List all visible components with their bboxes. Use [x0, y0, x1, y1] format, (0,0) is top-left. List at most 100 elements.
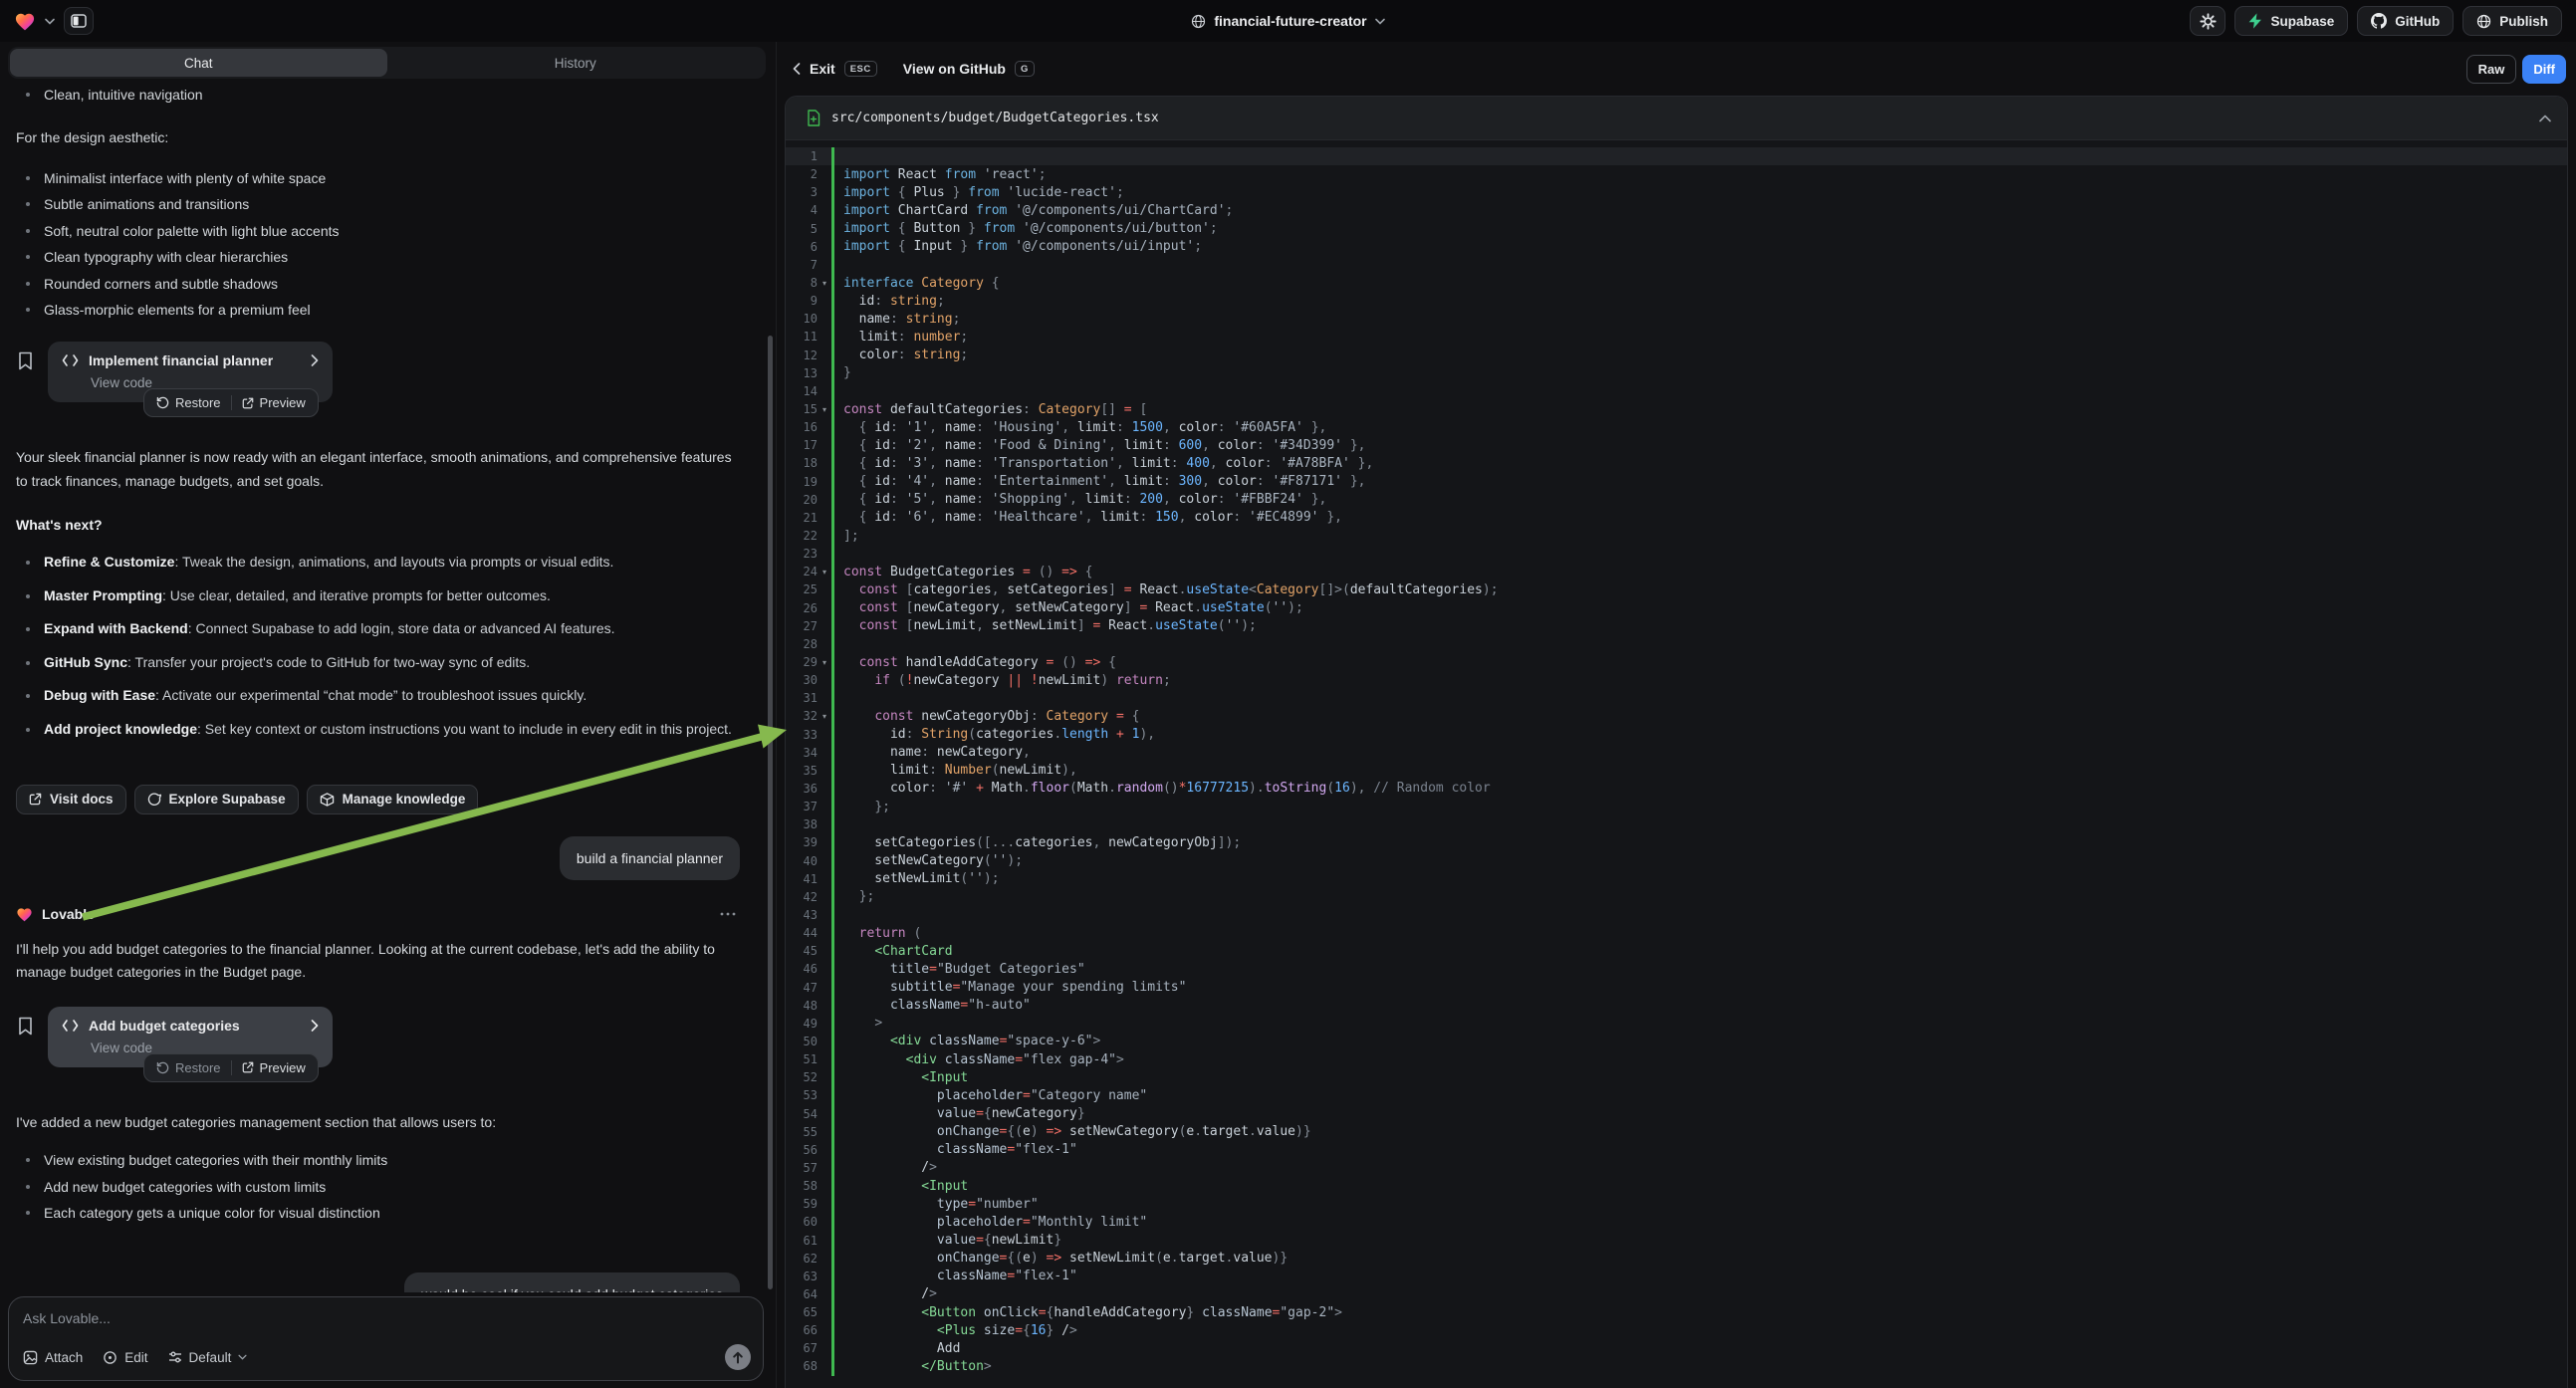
code-line: 61 value={newLimit}	[786, 1231, 2567, 1249]
exit-button[interactable]: Exit ESC	[793, 61, 877, 77]
publish-button[interactable]: Publish	[2462, 6, 2562, 36]
bullet-dot	[26, 255, 30, 259]
fold-chevron-icon[interactable]: ▾	[818, 712, 831, 721]
code-text: id: String(categories.length + 1),	[834, 727, 1155, 742]
implement-card-title: Implement financial planner	[89, 352, 273, 368]
bookmark-icon[interactable]	[18, 351, 33, 402]
bookmark-icon[interactable]	[18, 1017, 33, 1067]
tab-chat[interactable]: Chat	[10, 49, 387, 77]
line-number: 30	[786, 673, 831, 687]
code-line: 42 };	[786, 888, 2567, 906]
supabase-button[interactable]: Supabase	[2234, 6, 2348, 36]
whats-next-text: Expand with Backend: Connect Supabase to…	[44, 617, 615, 640]
sidebar-toggle-button[interactable]	[64, 7, 94, 35]
line-number: 66	[786, 1323, 831, 1337]
restore-button[interactable]: Restore	[146, 395, 231, 410]
code-text: { id: '5', name: 'Shopping', limit: 200,…	[834, 492, 1326, 507]
file-header[interactable]: src/components/budget/BudgetCategories.t…	[786, 97, 2567, 140]
settings-gear-button[interactable]	[2190, 6, 2225, 36]
code-text: }	[834, 365, 851, 380]
line-number: 5	[786, 222, 831, 236]
code-text: name: string;	[834, 312, 960, 327]
budget-card-header[interactable]: Add budget categories	[62, 1018, 319, 1034]
code-line: 53 placeholder="Category name"	[786, 1086, 2567, 1104]
code-line: 8▾interface Category {	[786, 274, 2567, 292]
manage-knowledge-button[interactable]: Manage knowledge	[307, 785, 479, 814]
line-number: 4	[786, 203, 831, 217]
code-line: 23	[786, 545, 2567, 563]
code-text: id: string;	[834, 294, 945, 309]
suggestion-chips: Visit docs Explore Supabase Manage knowl…	[16, 785, 740, 814]
line-number: 6	[786, 240, 831, 254]
line-number: 16	[786, 420, 831, 434]
gear-icon	[2200, 13, 2217, 30]
diff-added-gutter	[831, 635, 834, 653]
code-line: 63 className="flex-1"	[786, 1268, 2567, 1285]
chat-message-list[interactable]: Clean, intuitive navigation For the desi…	[0, 79, 766, 1292]
mode-selector[interactable]: Default	[168, 1350, 248, 1365]
fold-chevron-icon[interactable]: ▾	[818, 279, 831, 288]
chevron-right-icon	[311, 1020, 319, 1032]
code-line: 16 { id: '1', name: 'Housing', limit: 15…	[786, 418, 2567, 436]
line-number: 9	[786, 294, 831, 308]
line-number: 60	[786, 1215, 831, 1229]
view-on-github-button[interactable]: View on GitHub G	[903, 61, 1035, 77]
whats-next-item: Expand with Backend: Connect Supabase to…	[26, 617, 740, 640]
code-text: { id: '3', name: 'Transportation', limit…	[834, 456, 1373, 471]
code-line: 43	[786, 906, 2567, 924]
code-line: 46 title="Budget Categories"	[786, 960, 2567, 978]
whats-next-item: Debug with Ease: Activate our experiment…	[26, 684, 740, 707]
sliders-icon	[168, 1350, 182, 1364]
collapse-chevron-up-icon[interactable]	[2539, 115, 2551, 122]
explore-supabase-button[interactable]: Explore Supabase	[134, 785, 299, 814]
assistant-text: I've added a new budget categories manag…	[16, 1111, 740, 1135]
raw-toggle-button[interactable]: Raw	[2466, 55, 2517, 84]
implement-card-wrap: Implement financial planner View code Re…	[18, 342, 333, 402]
edit-button[interactable]: Edit	[103, 1350, 147, 1365]
github-button[interactable]: GitHub	[2357, 6, 2454, 36]
bullet-text: Glass-morphic elements for a premium fee…	[44, 302, 311, 318]
lovable-logo-heart-icon[interactable]	[14, 11, 36, 31]
fold-chevron-icon[interactable]: ▾	[818, 658, 831, 667]
line-number: 46	[786, 962, 831, 976]
preview-button[interactable]: Preview	[232, 1060, 316, 1075]
line-number: 37	[786, 800, 831, 813]
code-text: className="flex-1"	[834, 1269, 1077, 1283]
code-line: 4import ChartCard from '@/components/ui/…	[786, 201, 2567, 219]
bullet-item: Glass-morphic elements for a premium fee…	[26, 302, 740, 318]
code-line: 68 </Button>	[786, 1357, 2567, 1375]
visit-docs-button[interactable]: Visit docs	[16, 785, 126, 814]
preview-button[interactable]: Preview	[232, 395, 316, 410]
code-text: >	[834, 1016, 882, 1031]
code-line: 47 subtitle="Manage your spending limits…	[786, 978, 2567, 996]
line-number: 54	[786, 1107, 831, 1121]
whats-next-text: Refine & Customize: Tweak the design, an…	[44, 551, 613, 574]
line-number: 33	[786, 728, 831, 742]
whats-next-item: GitHub Sync: Transfer your project's cod…	[26, 651, 740, 674]
logo-chevron-down-icon[interactable]	[45, 18, 55, 25]
code-line: 27 const [newLimit, setNewLimit] = React…	[786, 617, 2567, 635]
send-button[interactable]	[725, 1344, 751, 1370]
bullet-item: View existing budget categories with the…	[26, 1152, 740, 1168]
chat-scrollbar[interactable]	[768, 336, 773, 1289]
fold-chevron-icon[interactable]: ▾	[818, 568, 831, 577]
code-line: 31	[786, 689, 2567, 707]
code-line: 13}	[786, 364, 2567, 382]
diff-toggle-button[interactable]: Diff	[2522, 55, 2566, 84]
line-number: 28	[786, 637, 831, 651]
code-text: />	[834, 1286, 937, 1301]
implement-card-header[interactable]: Implement financial planner	[62, 352, 319, 368]
tab-history[interactable]: History	[387, 49, 765, 77]
topbar-left	[14, 7, 94, 35]
bullet-item: Minimalist interface with plenty of whit…	[26, 170, 740, 186]
line-number: 12	[786, 348, 831, 362]
diff-added-gutter	[831, 256, 834, 274]
restore-button[interactable]: Restore	[146, 1060, 231, 1075]
code-editor[interactable]: 12import React from 'react';3import { Pl…	[786, 140, 2567, 1388]
composer-input[interactable]: Ask Lovable...	[23, 1310, 749, 1326]
code-line: 62 onChange={(e) => setNewLimit(e.target…	[786, 1250, 2567, 1268]
chat-tabbar: Chat History	[8, 47, 766, 79]
fold-chevron-icon[interactable]: ▾	[818, 405, 831, 414]
attach-button[interactable]: Attach	[23, 1350, 83, 1365]
more-options-icon[interactable]	[720, 912, 736, 916]
